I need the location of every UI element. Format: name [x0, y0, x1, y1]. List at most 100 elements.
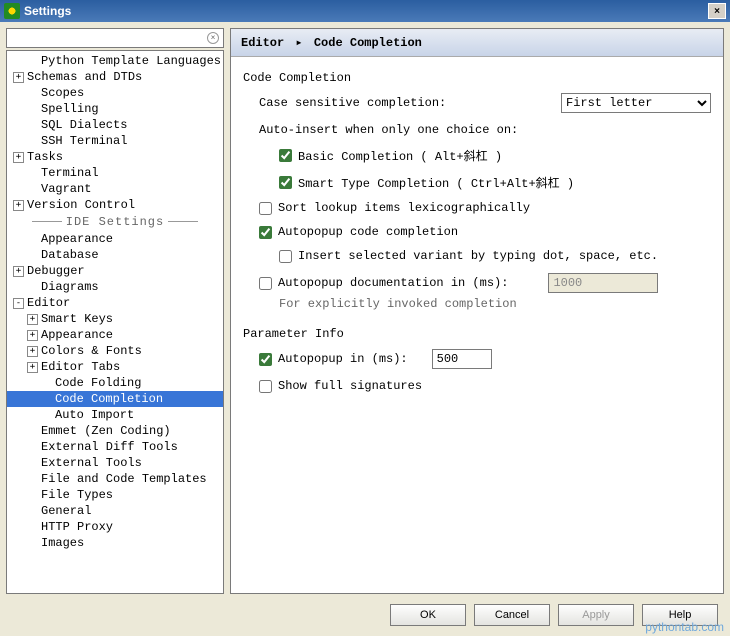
sort-lex-checkbox[interactable] [259, 202, 272, 215]
cancel-button[interactable]: Cancel [474, 604, 550, 626]
ok-button[interactable]: OK [390, 604, 466, 626]
collapse-icon[interactable]: - [13, 298, 24, 309]
tree-item-label: File and Code Templates [41, 472, 207, 486]
tree-item[interactable]: +Appearance [7, 327, 223, 343]
tree-item-label: Database [41, 248, 99, 262]
expand-icon[interactable]: + [13, 152, 24, 163]
autopopup-in-checkbox[interactable] [259, 353, 272, 366]
tree-item[interactable]: File Types [7, 487, 223, 503]
tree-item[interactable]: External Tools [7, 455, 223, 471]
tree-item[interactable]: +Tasks [7, 149, 223, 165]
tree-item-label: Smart Keys [41, 312, 113, 326]
tree-item[interactable]: Images [7, 535, 223, 551]
tree-item[interactable]: Spelling [7, 101, 223, 117]
tree-item[interactable]: Diagrams [7, 279, 223, 295]
tree-item-label: Version Control [27, 198, 135, 212]
breadcrumb-leaf: Code Completion [314, 36, 422, 50]
tree-item-label: Diagrams [41, 280, 99, 294]
tree-item-label: Code Folding [55, 376, 141, 390]
tree-item[interactable]: Database [7, 247, 223, 263]
basic-completion-checkbox[interactable] [279, 149, 292, 162]
tree-section-header: IDE Settings [7, 213, 223, 231]
tree-item-label: Emmet (Zen Coding) [41, 424, 171, 438]
tree-item-label: Schemas and DTDs [27, 70, 142, 84]
tree-item[interactable]: HTTP Proxy [7, 519, 223, 535]
tree-item-label: Tasks [27, 150, 63, 164]
tree-item[interactable]: +Colors & Fonts [7, 343, 223, 359]
insert-variant-checkbox[interactable] [279, 250, 292, 263]
tree-item[interactable]: Emmet (Zen Coding) [7, 423, 223, 439]
breadcrumb-root[interactable]: Editor [241, 36, 284, 50]
expand-icon[interactable]: + [13, 72, 24, 83]
app-icon [4, 3, 20, 19]
tree-item-label: Editor Tabs [41, 360, 120, 374]
settings-panel: Code Completion Case sensitive completio… [231, 57, 723, 593]
autopopup-code-checkbox[interactable] [259, 226, 272, 239]
autodoc-label: Autopopup documentation in (ms): [278, 276, 508, 290]
tree-item[interactable]: Appearance [7, 231, 223, 247]
expand-icon[interactable]: + [27, 362, 38, 373]
tree-item[interactable]: +Smart Keys [7, 311, 223, 327]
expand-icon[interactable]: + [27, 314, 38, 325]
expand-icon[interactable]: + [13, 266, 24, 277]
expand-icon[interactable]: + [27, 330, 38, 341]
expand-icon[interactable]: + [27, 346, 38, 357]
settings-tree[interactable]: Python Template Languages+Schemas and DT… [6, 50, 224, 594]
group-parameter-info: Parameter Info [243, 327, 711, 341]
tree-item-label: SSH Terminal [41, 134, 127, 148]
autopopup-in-ms-input[interactable] [432, 349, 492, 369]
show-full-sig-checkbox[interactable] [259, 380, 272, 393]
content-pane: Editor ▸ Code Completion Code Completion… [230, 28, 724, 594]
dialog-footer: OK Cancel Apply Help [0, 600, 730, 630]
smart-completion-label: Smart Type Completion ( Ctrl+Alt+斜杠 ) [298, 174, 574, 191]
tree-item-label: Appearance [41, 232, 113, 246]
breadcrumb: Editor ▸ Code Completion [231, 29, 723, 57]
tree-item[interactable]: -Editor [7, 295, 223, 311]
tree-item[interactable]: +Version Control [7, 197, 223, 213]
tree-item-label: Images [41, 536, 84, 550]
titlebar: Settings × [0, 0, 730, 22]
search-box[interactable]: × [6, 28, 224, 48]
search-input[interactable] [11, 31, 207, 45]
case-sensitive-select[interactable]: First letter [561, 93, 711, 113]
tree-item[interactable]: Vagrant [7, 181, 223, 197]
tree-item[interactable]: +Editor Tabs [7, 359, 223, 375]
tree-item-label: Colors & Fonts [41, 344, 142, 358]
basic-completion-label: Basic Completion ( Alt+斜杠 ) [298, 147, 502, 164]
autodoc-ms-input [548, 273, 658, 293]
tree-item[interactable]: File and Code Templates [7, 471, 223, 487]
sidebar: × Python Template Languages+Schemas and … [6, 28, 224, 594]
autodoc-checkbox[interactable] [259, 277, 272, 290]
tree-item-label: File Types [41, 488, 113, 502]
tree-item[interactable]: Scopes [7, 85, 223, 101]
tree-item-label: General [41, 504, 91, 518]
expand-icon[interactable]: + [13, 200, 24, 211]
chevron-right-icon: ▸ [295, 36, 302, 50]
apply-button[interactable]: Apply [558, 604, 634, 626]
case-sensitive-label: Case sensitive completion: [259, 96, 489, 110]
sort-lex-label: Sort lookup items lexicographically [278, 201, 530, 215]
tree-item[interactable]: Auto Import [7, 407, 223, 423]
tree-item[interactable]: Code Folding [7, 375, 223, 391]
tree-item[interactable]: SQL Dialects [7, 117, 223, 133]
window-title: Settings [24, 4, 708, 18]
tree-item[interactable]: Terminal [7, 165, 223, 181]
group-code-completion: Code Completion [243, 71, 711, 85]
auto-insert-label: Auto-insert when only one choice on: [259, 123, 518, 137]
tree-item[interactable]: External Diff Tools [7, 439, 223, 455]
tree-item[interactable]: +Schemas and DTDs [7, 69, 223, 85]
tree-item[interactable]: Python Template Languages [7, 53, 223, 69]
close-button[interactable]: × [708, 3, 726, 19]
autodoc-note: For explicitly invoked completion [259, 297, 711, 311]
tree-item[interactable]: +Debugger [7, 263, 223, 279]
tree-item-label: SQL Dialects [41, 118, 127, 132]
tree-item[interactable]: Code Completion [7, 391, 223, 407]
main-area: × Python Template Languages+Schemas and … [0, 22, 730, 600]
tree-item[interactable]: SSH Terminal [7, 133, 223, 149]
tree-item-label: Spelling [41, 102, 99, 116]
tree-item-label: Scopes [41, 86, 84, 100]
show-full-sig-label: Show full signatures [278, 379, 422, 393]
search-clear-icon[interactable]: × [207, 32, 219, 44]
tree-item[interactable]: General [7, 503, 223, 519]
smart-completion-checkbox[interactable] [279, 176, 292, 189]
